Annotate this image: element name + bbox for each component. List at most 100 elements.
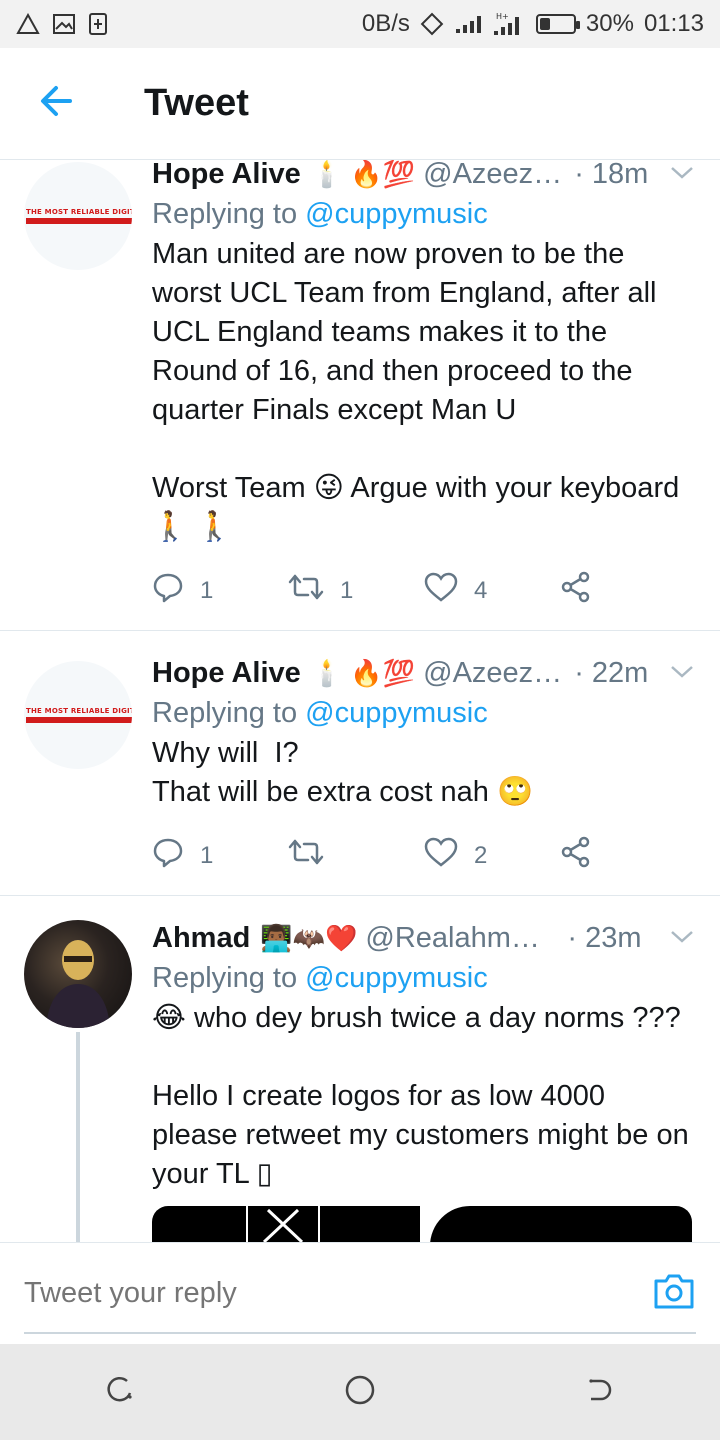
system-nav-bar [0,1344,720,1440]
caret-down-icon[interactable] [668,926,696,951]
share-button[interactable] [560,571,696,610]
avatar-logo-bar [26,717,132,723]
name-emojis: 🕯️ 🔥💯 [310,160,416,189]
back-icon [585,1375,615,1410]
tweet[interactable]: THE MOST RELIABLE DIGITAL MARKETER Hope … [0,160,720,631]
like-icon [424,572,458,609]
share-icon [560,836,592,875]
media-image-1[interactable] [152,1206,420,1242]
avatar[interactable]: THE MOST RELIABLE DIGITAL MARKETER [24,162,132,270]
like-button[interactable]: 2 [424,837,560,874]
display-name[interactable]: Hope Alive [152,657,301,690]
tweet-media[interactable] [152,1206,696,1242]
net-speed: 0B/s [361,10,410,37]
tweet-content: Hope Alive 🕯️ 🔥💯 @Azeez… · 18m Replying … [152,160,696,610]
like-count: 2 [474,841,488,869]
reply-count: 1 [200,841,214,869]
tweet-meta: Hope Alive 🕯️ 🔥💯 @Azeez… · 22m [152,655,696,691]
avatar-photo-image [46,940,110,1028]
image-icon [52,13,76,35]
timestamp: · 22m [574,656,649,689]
status-bar: 0B/s H+ 30% 01:13 [0,0,720,48]
rotate-icon [420,12,444,36]
avatar[interactable] [24,920,132,1028]
replying-to: Replying to @cuppymusic [152,962,696,995]
tweet[interactable]: Ahmad 👨🏾‍💻🦇❤️ @Realahma… · 23m Replying … [0,896,720,1242]
replying-to-link[interactable]: @cuppymusic [305,962,488,994]
camera-icon [652,1274,696,1317]
tweet-actions: 1 1 4 [152,571,696,610]
tweet-meta: Ahmad 👨🏾‍💻🦇❤️ @Realahma… · 23m [152,920,696,956]
replying-prefix: Replying to [152,962,306,994]
svg-text:H+: H+ [496,12,509,21]
retweet-icon [288,837,324,874]
replying-to: Replying to @cuppymusic [152,198,696,231]
like-count: 4 [474,576,488,604]
timestamp: · 23m [567,921,642,954]
display-name[interactable]: Ahmad [152,922,250,955]
avatar-logo-text: THE MOST RELIABLE DIGITAL MARKETER [26,208,132,216]
save-icon [88,12,108,36]
name-emojis: 🕯️ 🔥💯 [310,657,416,688]
signal-icon-2: H+ [492,11,526,37]
home-icon [343,1373,377,1412]
replying-to: Replying to @cuppymusic [152,697,696,730]
retweet-icon [288,572,324,609]
avatar[interactable]: THE MOST RELIABLE DIGITAL MARKETER [24,661,132,769]
app-header: Tweet [0,48,720,160]
warning-icon [16,13,40,35]
tweet-content: Hope Alive 🕯️ 🔥💯 @Azeez… · 22m Replying … [152,655,696,875]
name-emojis: 👨🏾‍💻🦇❤️ [260,922,358,953]
display-name[interactable]: Hope Alive [152,160,301,191]
reply-button[interactable]: 1 [152,836,288,875]
replying-prefix: Replying to [152,697,306,729]
tweet-meta: Hope Alive 🕯️ 🔥💯 @Azeez… · 18m [152,160,696,192]
replying-to-link[interactable]: @cuppymusic [305,198,488,230]
home-button[interactable] [312,1344,408,1440]
signal-icon [454,13,482,35]
tweet-text: Man united are now proven to be the wors… [152,238,680,543]
avatar-logo-bar [26,218,132,224]
reply-button[interactable]: 1 [152,571,288,610]
reply-input[interactable] [24,1265,604,1321]
reply-count: 1 [200,576,214,604]
tweet-text: 😂 who dey brush twice a day norms ??? He… [152,1002,689,1190]
camera-button[interactable] [652,1269,696,1313]
share-icon [560,571,592,610]
thread-line [76,1032,80,1242]
user-handle[interactable]: @Azeez… [423,657,562,690]
replying-prefix: Replying to [152,198,306,230]
like-button[interactable]: 4 [424,572,560,609]
reply-bar [0,1242,720,1344]
timestamp: · 18m [574,160,649,190]
avatar-logo-text: THE MOST RELIABLE DIGITAL MARKETER [26,707,132,715]
page-title: Tweet [144,82,249,124]
retweet-button[interactable] [288,837,424,874]
user-handle[interactable]: @Realahma… [365,922,555,955]
reply-input-underline [24,1332,696,1334]
reply-timeline[interactable]: THE MOST RELIABLE DIGITAL MARKETER Hope … [0,160,720,1242]
battery-percent: 30% [585,10,634,37]
recents-button[interactable] [72,1344,168,1440]
back-nav-button[interactable] [552,1344,648,1440]
caret-down-icon[interactable] [668,162,696,187]
like-icon [424,837,458,874]
user-handle[interactable]: @Azeez… [423,160,562,191]
back-button[interactable] [0,48,112,160]
caret-down-icon[interactable] [668,661,696,686]
tweet-actions: 1 2 [152,836,696,875]
media-image-2[interactable] [430,1206,692,1242]
battery-icon [535,14,580,34]
reply-icon [152,571,184,610]
clock: 01:13 [643,10,704,37]
status-right: 0B/s H+ 30% 01:13 [362,10,704,38]
recents-icon [105,1375,135,1410]
status-left [16,12,108,36]
tweet[interactable]: THE MOST RELIABLE DIGITAL MARKETER Hope … [0,631,720,896]
retweet-button[interactable]: 1 [288,572,424,609]
replying-to-link[interactable]: @cuppymusic [305,697,488,729]
tweet-text: Why will I? That will be extra cost nah … [152,737,534,808]
share-button[interactable] [560,836,696,875]
reply-icon [152,836,184,875]
back-arrow-icon [36,81,76,126]
